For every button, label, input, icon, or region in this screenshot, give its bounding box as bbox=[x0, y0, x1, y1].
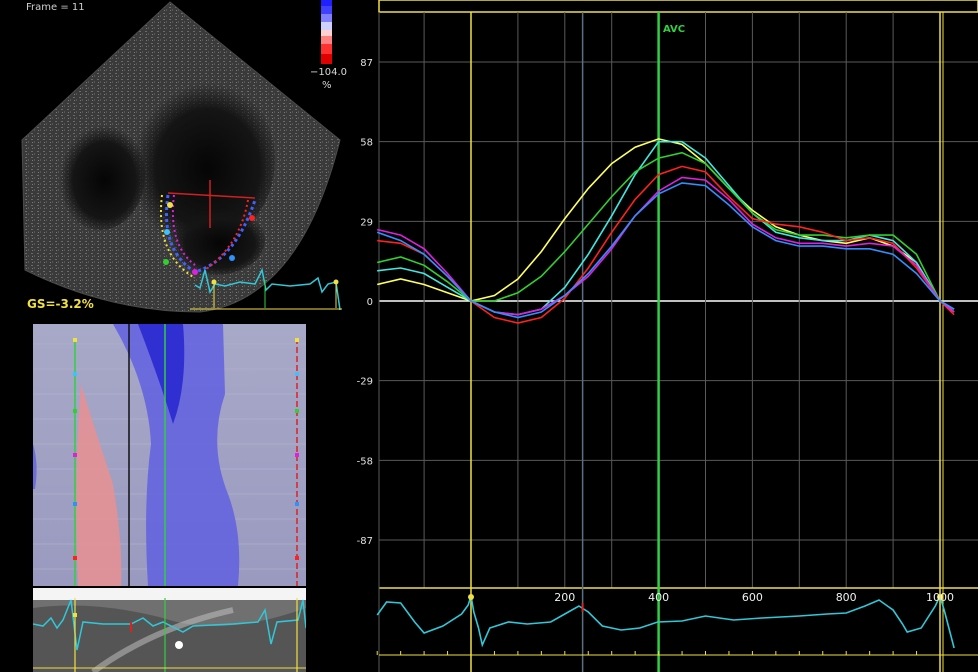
ecg-trace-strip bbox=[376, 593, 978, 656]
x-tick-label: 800 bbox=[836, 591, 857, 604]
curved-mmode-strain-map[interactable] bbox=[33, 324, 306, 586]
y-tick-label: -87 bbox=[357, 536, 373, 547]
x-tick-label: 400 bbox=[648, 591, 669, 604]
color-scale-bar bbox=[321, 0, 332, 64]
global-strain-readout: GS=-3.2% bbox=[27, 297, 94, 311]
y-tick-label: 58 bbox=[360, 138, 373, 149]
event-markers bbox=[470, 12, 944, 672]
ecg-marker-dot[interactable] bbox=[468, 594, 474, 600]
chart-grid bbox=[378, 12, 978, 672]
x-tick-label: 600 bbox=[742, 591, 763, 604]
x-tick-label: 1000 bbox=[926, 591, 954, 604]
strain-series bbox=[376, 138, 955, 324]
strain-series-line-3[interactable] bbox=[377, 151, 955, 313]
y-tick-label: 29 bbox=[360, 217, 373, 228]
strain-series-line-2[interactable] bbox=[377, 140, 955, 316]
y-tick-label: 87 bbox=[360, 58, 373, 69]
chart-top-band bbox=[378, 0, 978, 13]
mmode-ecg-strip[interactable] bbox=[33, 588, 306, 672]
y-axis-ticks: 87 58 29 0 -29 -58 -87 bbox=[357, 58, 373, 547]
x-axis-ticks: 200 400 600 800 1000 bbox=[554, 591, 954, 604]
y-tick-label: -29 bbox=[357, 377, 373, 388]
strain-curve-chart[interactable]: 87 58 29 0 -29 -58 -87 AVC 200 400 600 800 1000 bbox=[345, 0, 978, 672]
y-tick-label: -58 bbox=[357, 456, 373, 467]
avc-marker-label: AVC bbox=[663, 24, 685, 35]
color-scale-unit-label: % bbox=[322, 80, 332, 91]
y-tick-label: 0 bbox=[367, 297, 373, 308]
color-scale-min-label: −104.0 bbox=[310, 67, 348, 78]
x-tick-label: 200 bbox=[554, 591, 575, 604]
echo-image[interactable] bbox=[0, 0, 345, 315]
strain-series-line-1[interactable] bbox=[377, 138, 955, 313]
